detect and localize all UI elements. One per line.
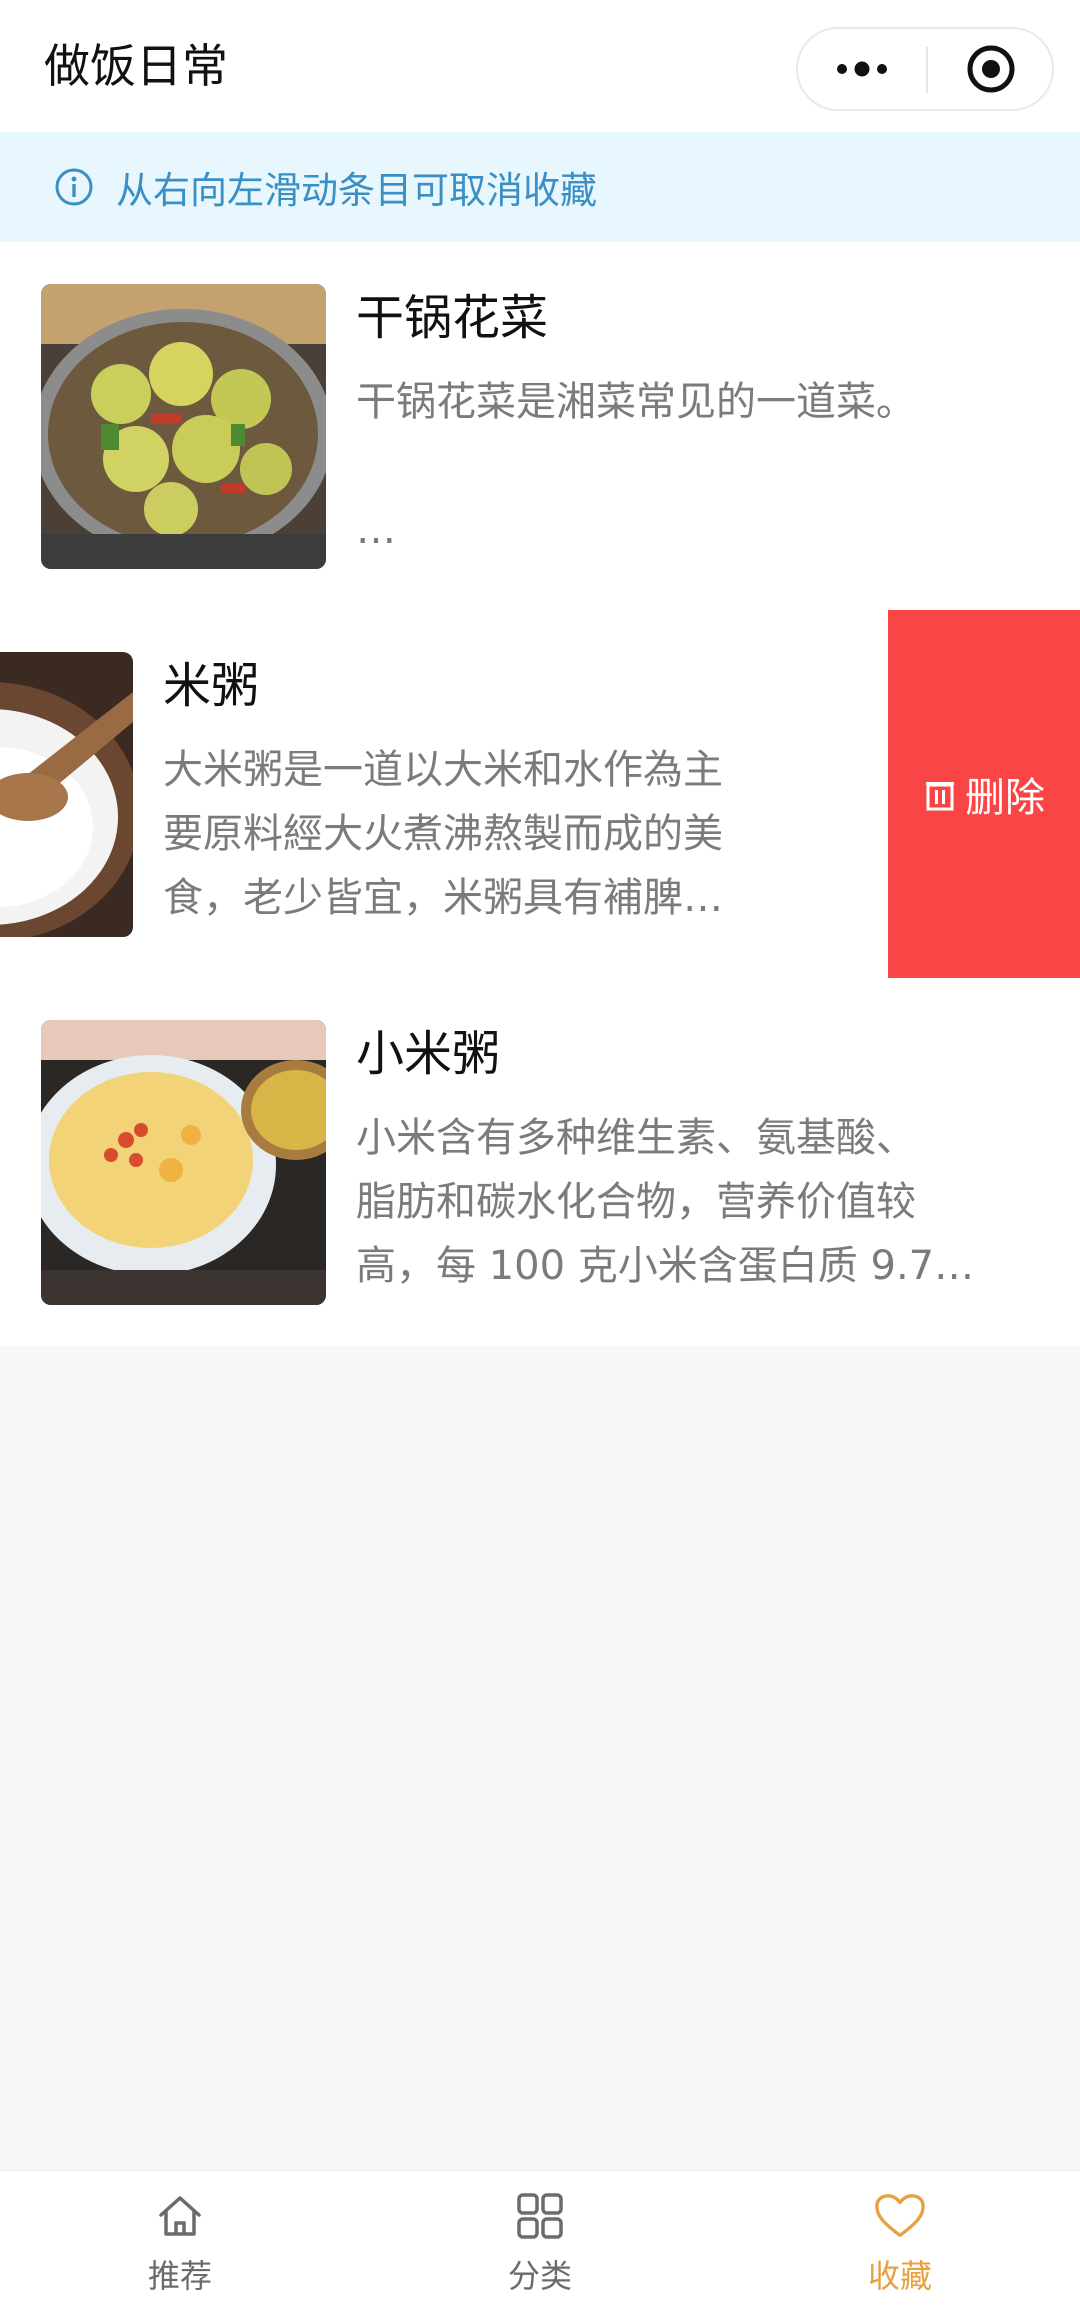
heart-icon — [873, 2189, 927, 2243]
description-line — [356, 434, 1016, 498]
description-line: 干锅花菜是湘菜常见的一道菜。 — [356, 379, 916, 425]
recipe-title: 米粥 — [163, 658, 260, 714]
tab-category[interactable]: 分类 — [360, 2171, 720, 2308]
recipe-description: 大米粥是一道以大米和水作為主 要原料經大火煮沸熬製而成的美 食，老少皆宜，米粥具… — [163, 738, 823, 930]
description-line: 小米含有多种维生素、氨基酸、 — [356, 1115, 916, 1161]
description-line: … — [356, 507, 396, 553]
favorite-item-content[interactable]: 米粥 大米粥是一道以大米和水作為主 要原料經大火煮沸熬製而成的美 食，老少皆宜，… — [0, 610, 887, 978]
delete-label: 删除 — [965, 775, 1045, 821]
description-line: 食，老少皆宜，米粥具有補脾… — [163, 875, 723, 921]
app-root: 做饭日常 从右向左滑动条目可取消收藏 干锅花菜 干锅花菜是湘菜常见的一道菜。 …… — [0, 0, 1080, 2308]
page-title: 做饭日常 — [44, 39, 228, 93]
recipe-thumbnail — [0, 652, 133, 937]
recipe-title: 干锅花菜 — [356, 290, 549, 346]
tab-label: 分类 — [507, 2257, 572, 2295]
bottom-tab-bar: 推荐 分类 收藏 — [0, 2170, 1080, 2308]
favorite-item[interactable]: 小米粥 小米含有多种维生素、氨基酸、 脂肪和碳水化合物，营养价值较 高，每 10… — [0, 978, 1080, 1346]
recipe-thumbnail — [41, 284, 326, 569]
more-dots-icon — [837, 61, 887, 77]
favorite-item[interactable]: 干锅花菜 干锅花菜是湘菜常见的一道菜。 … — [0, 242, 1080, 610]
description-line: 脂肪和碳水化合物，营养价值较 — [356, 1179, 916, 1225]
recipe-title: 小米粥 — [356, 1026, 501, 1082]
tab-label: 推荐 — [147, 2257, 212, 2295]
mini-program-capsule — [796, 27, 1054, 111]
tab-label: 收藏 — [867, 2257, 932, 2295]
favorite-item[interactable]: 米粥 大米粥是一道以大米和水作為主 要原料經大火煮沸熬製而成的美 食，老少皆宜，… — [0, 610, 1080, 978]
recipe-description: 干锅花菜是湘菜常见的一道菜。 … — [356, 370, 1016, 562]
favorite-item-content[interactable]: 小米粥 小米含有多种维生素、氨基酸、 脂肪和碳水化合物，营养价值较 高，每 10… — [0, 978, 1080, 1346]
delete-button[interactable]: 删除 — [888, 610, 1080, 978]
home-icon — [153, 2189, 207, 2243]
notice-text: 从右向左滑动条目可取消收藏 — [116, 169, 597, 212]
recipe-thumbnail — [41, 1020, 326, 1305]
favorite-item-content[interactable]: 干锅花菜 干锅花菜是湘菜常见的一道菜。 … — [0, 242, 1080, 610]
navigation-bar: 做饭日常 — [0, 0, 1080, 132]
trash-icon — [923, 776, 957, 812]
description-line: 要原料經大火煮沸熬製而成的美 — [163, 811, 723, 857]
favorites-list: 干锅花菜 干锅花菜是湘菜常见的一道菜。 … 米粥 大米粥是一道以大米和水作為主 … — [0, 242, 1080, 1346]
info-icon — [54, 167, 94, 207]
tab-recommend[interactable]: 推荐 — [0, 2171, 360, 2308]
tab-favorites[interactable]: 收藏 — [720, 2171, 1080, 2308]
swipe-hint-notice: 从右向左滑动条目可取消收藏 — [0, 132, 1080, 242]
description-line: 大米粥是一道以大米和水作為主 — [163, 747, 723, 793]
close-mini-program-button[interactable] — [928, 29, 1054, 109]
more-options-button[interactable] — [798, 29, 926, 109]
grid-icon — [513, 2189, 567, 2243]
description-line: 高，每 100 克小米含蛋白质 9.7… — [356, 1243, 975, 1289]
target-close-icon — [967, 45, 1015, 93]
recipe-description: 小米含有多种维生素、氨基酸、 脂肪和碳水化合物，营养价值较 高，每 100 克小… — [356, 1106, 1016, 1298]
